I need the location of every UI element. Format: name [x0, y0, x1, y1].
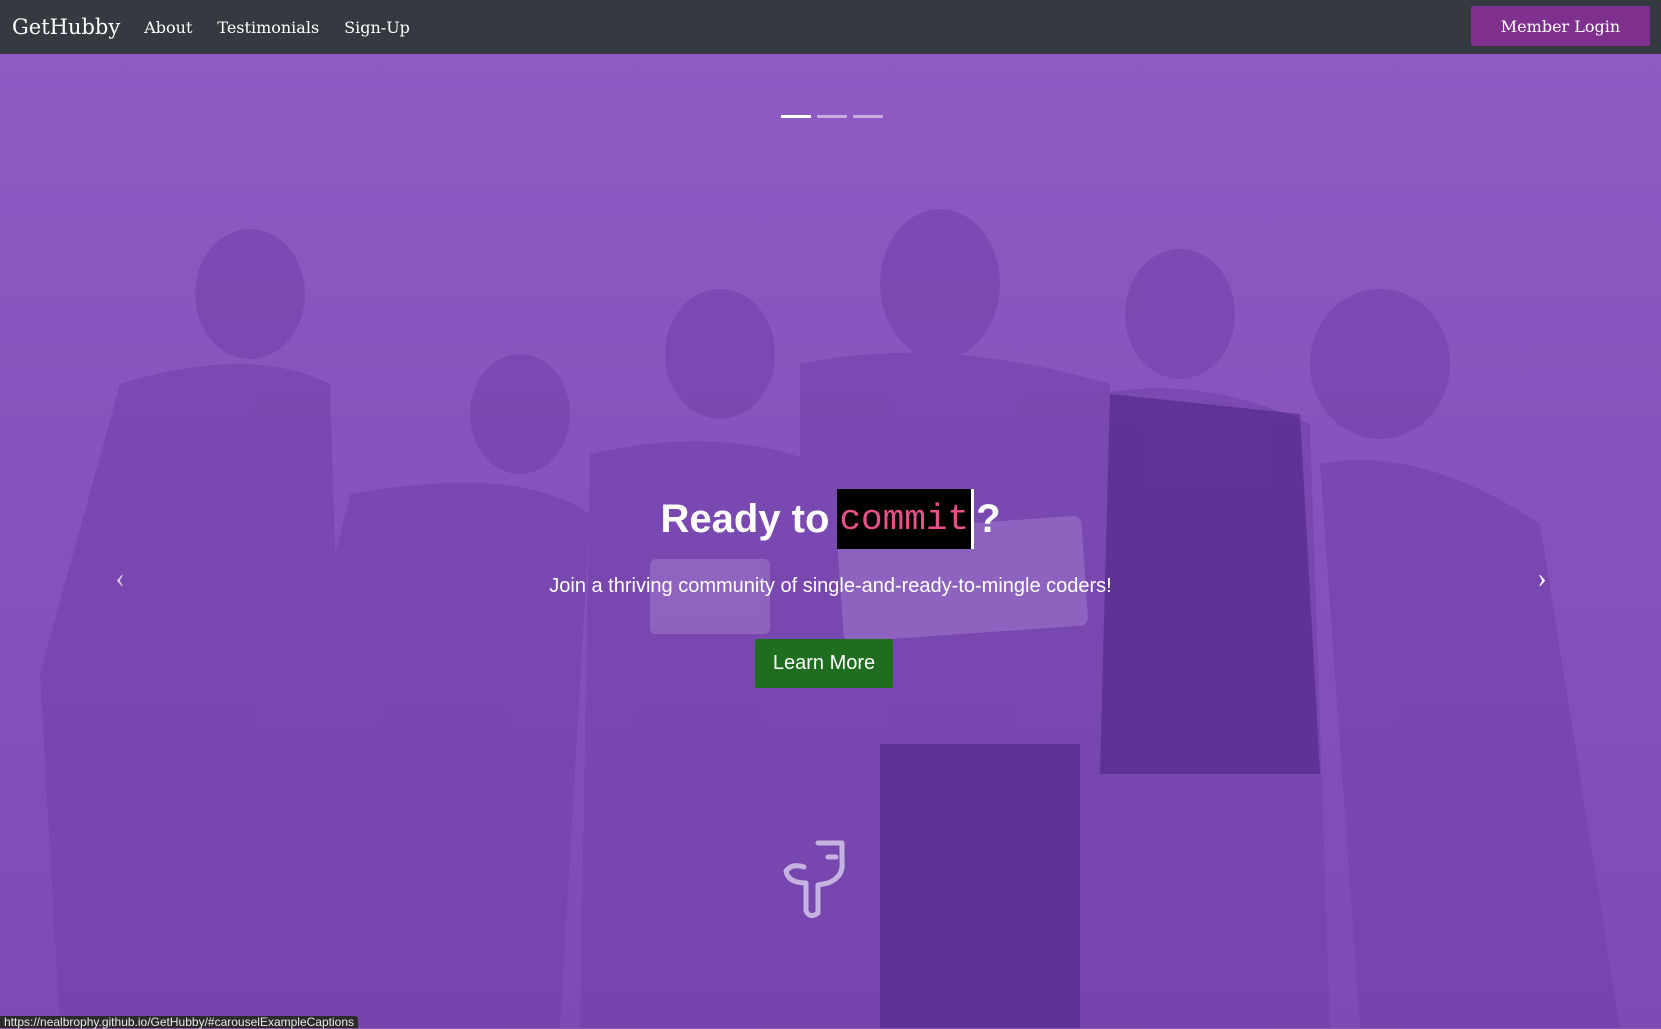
brand-logo[interactable]: GetHubby	[12, 15, 120, 39]
hero-carousel: Ready to commit ? Join a thriving commun…	[0, 54, 1661, 1028]
navbar: GetHubby About Testimonials Sign-Up Memb…	[0, 0, 1661, 54]
headline-suffix: ?	[976, 496, 1001, 541]
pointing-down-hand-icon	[783, 840, 845, 919]
nav-link-testimonials[interactable]: Testimonials	[217, 18, 319, 37]
headline-prefix: Ready to	[660, 496, 830, 541]
carousel-indicator-1[interactable]	[781, 115, 811, 118]
carousel-indicator-3[interactable]	[853, 115, 883, 118]
nav-link-signup[interactable]: Sign-Up	[344, 18, 410, 37]
member-login-button[interactable]: Member Login	[1471, 6, 1650, 46]
hero-subtitle: Join a thriving community of single-and-…	[549, 575, 1112, 597]
learn-more-button[interactable]: Learn More	[755, 639, 893, 688]
headline-code-word: commit	[837, 489, 975, 549]
hero-headline: Ready to commit ?	[0, 489, 1661, 549]
carousel-indicators	[781, 115, 883, 118]
carousel-prev-icon[interactable]: ‹	[100, 559, 140, 599]
nav-link-about[interactable]: About	[144, 18, 192, 37]
carousel-indicator-2[interactable]	[817, 115, 847, 118]
browser-status-url: https://nealbrophy.github.io/GetHubby/#c…	[0, 1016, 358, 1028]
carousel-next-icon[interactable]: ›	[1522, 559, 1562, 599]
